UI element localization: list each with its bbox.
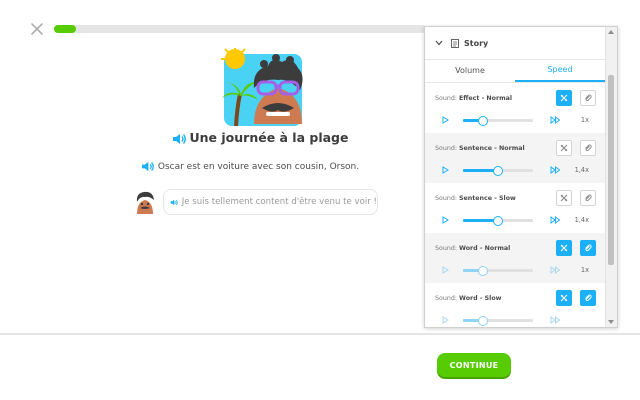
lesson-progress-fill [54,25,77,33]
slider-knob[interactable] [477,265,488,276]
fast-forward-icon[interactable] [550,216,561,224]
fast-forward-icon[interactable] [550,316,561,324]
shuffle-icon [560,244,568,252]
speaker-icon[interactable] [170,197,178,208]
speaker-icon[interactable] [172,133,186,145]
sound-name: Effect - Normal [458,95,513,102]
shuffle-icon [560,294,568,302]
speed-rate: 1,4x [574,166,589,174]
speed-rate: 1x [580,266,589,274]
speed-slider[interactable] [463,165,533,176]
dialogue-text: Je suis tellement content d'être venu te… [181,197,377,207]
sound-label: Sound: Effect - Normal [435,95,512,102]
speed-slider[interactable] [463,315,533,326]
fast-forward-icon[interactable] [550,166,561,174]
speed-rate: 1x [580,116,589,124]
sound-row: Sound: Sentence - Normal 1,4x [425,133,605,183]
narration-text: Oscar est en voiture avec son cousin, Or… [157,162,360,172]
attach-toggle-button[interactable] [580,190,596,206]
paperclip-icon [585,294,592,302]
shuffle-icon [560,194,568,202]
play-icon[interactable] [442,316,449,324]
speed-rate: 1,4x [574,216,589,224]
slider-knob[interactable] [477,315,488,326]
fast-forward-icon[interactable] [550,266,561,274]
sound-row: Sound: Word - Normal 1x [425,233,605,283]
paperclip-icon [585,244,592,252]
shuffle-icon [560,144,568,152]
sound-prefix: Sound: [435,95,457,102]
sound-prefix: Sound: [435,245,457,252]
play-icon[interactable] [442,116,449,124]
play-icon[interactable] [442,266,449,274]
sound-prefix: Sound: [435,295,457,302]
speed-slider[interactable] [463,215,533,226]
sound-row: Sound: Effect - Normal 1x [425,83,605,133]
paperclip-icon [585,194,592,202]
panel-title: Story [464,38,489,48]
panel-tabs: Volume Speed [425,59,605,83]
paperclip-icon [585,144,592,152]
speed-slider[interactable] [463,265,533,276]
shuffle-icon [560,94,568,102]
close-icon[interactable] [30,22,44,36]
sound-prefix: Sound: [435,145,457,152]
play-icon[interactable] [442,216,449,224]
continue-button[interactable]: CONTINUE [437,353,511,377]
sound-label: Sound: Word - Slow [435,295,501,302]
attach-toggle-button[interactable] [580,140,596,156]
footer-divider [0,333,640,335]
story-audio-panel: Story Volume Speed Sound: Effect - Norma… [424,26,618,328]
sound-name: Word - Normal [458,245,511,252]
story-title-text: Une journée à la plage [189,130,349,145]
sound-label: Sound: Word - Normal [435,245,510,252]
lesson-progress-bar [54,25,426,33]
slider-knob[interactable] [477,115,488,126]
speed-slider[interactable] [463,115,533,126]
sound-name: Word - Slow [458,295,502,302]
sound-label: Sound: Sentence - Normal [435,145,525,152]
document-icon [451,38,459,48]
sound-prefix: Sound: [435,195,457,202]
tab-volume[interactable]: Volume [425,59,515,82]
chevron-down-icon[interactable] [435,40,443,46]
sound-label: Sound: Sentence - Slow [435,195,516,202]
shuffle-toggle-button[interactable] [556,290,572,306]
shuffle-toggle-button[interactable] [556,190,572,206]
scroll-up-arrow-icon[interactable] [608,30,614,34]
story-illustration [221,48,303,126]
sound-name: Sentence - Normal [458,145,525,152]
attach-toggle-button[interactable] [580,240,596,256]
shuffle-toggle-button[interactable] [556,140,572,156]
fast-forward-icon[interactable] [550,116,561,124]
paperclip-icon [585,94,592,102]
dialogue-bubble: Je suis tellement content d'être venu te… [163,189,378,215]
sound-row: Sound: Sentence - Slow 1,4x [425,183,605,233]
play-icon[interactable] [442,166,449,174]
panel-header[interactable]: Story [425,27,605,60]
slider-knob[interactable] [493,165,503,176]
slider-knob[interactable] [493,215,503,226]
attach-toggle-button[interactable] [580,290,596,306]
speaker-icon[interactable] [141,161,154,172]
panel-scrollbar[interactable] [605,27,617,327]
sound-row: Sound: Word - Slow [425,283,605,327]
scrollbar-thumb[interactable] [608,75,614,265]
attach-toggle-button[interactable] [580,90,596,106]
tab-speed[interactable]: Speed [515,59,605,82]
character-avatar [136,191,154,214]
shuffle-toggle-button[interactable] [556,240,572,256]
sound-name: Sentence - Slow [458,195,516,202]
shuffle-toggle-button[interactable] [556,90,572,106]
scroll-down-arrow-icon[interactable] [608,320,614,324]
